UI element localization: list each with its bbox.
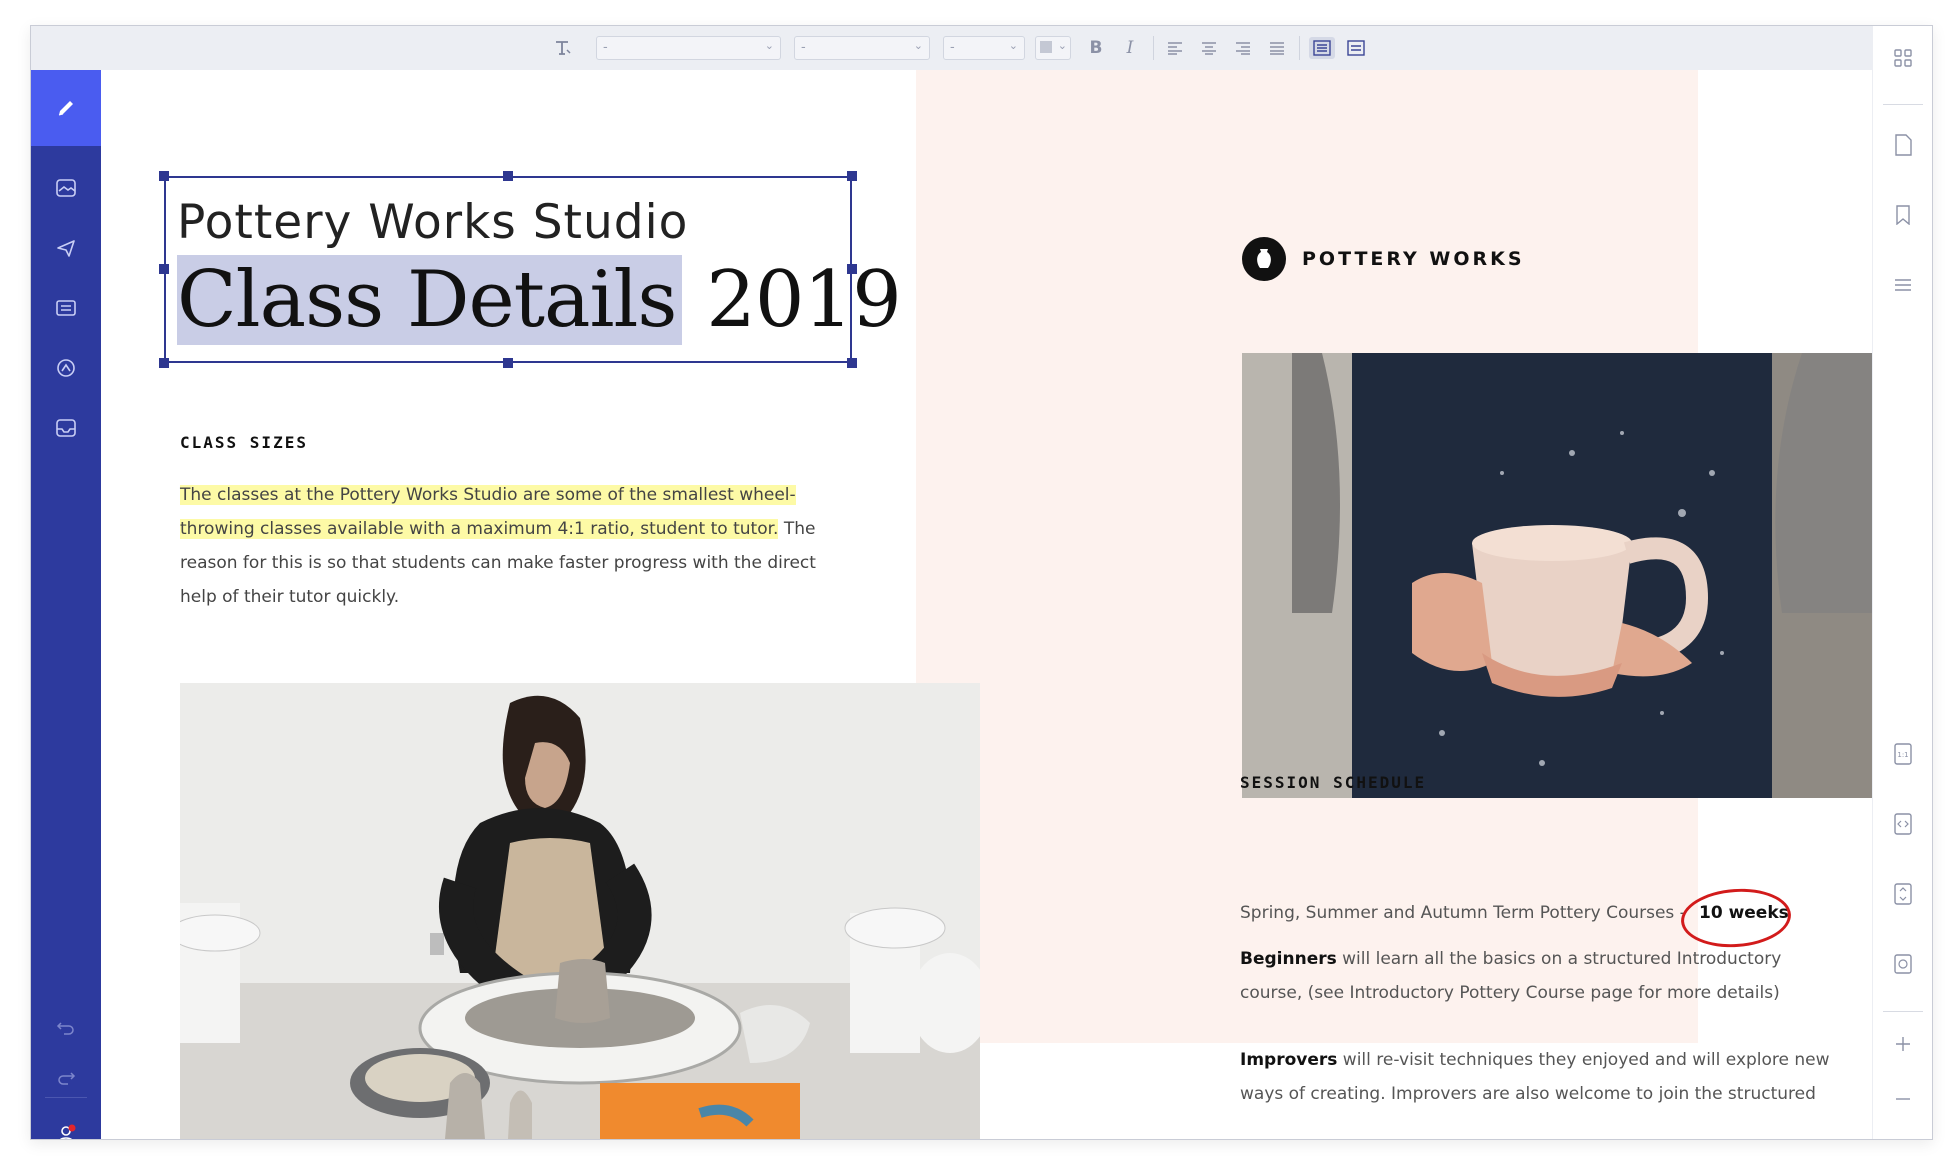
beginners-label: Beginners <box>1240 949 1337 969</box>
font-size-value: - <box>950 40 955 55</box>
left-sidebar <box>31 70 101 1139</box>
bookmark-icon[interactable] <box>1888 200 1918 230</box>
pottery-works-logo: POTTERY WORKS <box>1242 237 1525 281</box>
color-swatch <box>1040 41 1052 53</box>
chevron-down-icon: ⌄ <box>913 39 923 52</box>
improvers-paragraph[interactable]: Improvers will re-visit techniques they … <box>1240 1043 1840 1111</box>
gauge-icon[interactable] <box>31 340 101 396</box>
inbox-icon[interactable] <box>31 400 101 456</box>
align-right-icon[interactable] <box>1231 37 1255 59</box>
pencil-icon[interactable] <box>31 70 101 146</box>
resize-handle[interactable] <box>847 358 857 368</box>
image-icon[interactable] <box>31 160 101 216</box>
app-window: - ⌄ - ⌄ - ⌄ ⌄ B I Pottery Works Studio C… <box>30 25 1933 1140</box>
potter-photo[interactable] <box>180 683 980 1139</box>
resize-handle[interactable] <box>847 171 857 181</box>
brand-name: POTTERY WORKS <box>1302 248 1525 270</box>
class-sizes-paragraph[interactable]: The classes at the Pottery Works Studio … <box>180 478 830 614</box>
toolbar-divider <box>1299 36 1300 60</box>
text-tool-icon[interactable] <box>551 37 575 59</box>
class-sizes-heading: CLASS SIZES <box>180 433 308 452</box>
chevron-down-icon: ⌄ <box>1008 39 1018 52</box>
actual-size-icon[interactable]: 1:1 <box>1888 739 1918 769</box>
font-family-value: - <box>603 40 608 55</box>
fit-screen-icon[interactable] <box>1888 949 1918 979</box>
list-icon[interactable] <box>1888 270 1918 300</box>
fit-page-icon[interactable] <box>1888 879 1918 909</box>
beginners-paragraph[interactable]: Beginners will learn all the basics on a… <box>1240 942 1840 1010</box>
layout-icon[interactable] <box>31 280 101 336</box>
page-icon[interactable] <box>1888 130 1918 160</box>
align-left-icon[interactable] <box>1163 37 1187 59</box>
highlighted-text: The classes at the Pottery Works Studio … <box>180 485 796 539</box>
zoom-out-icon[interactable] <box>1888 1084 1918 1114</box>
bold-button[interactable]: B <box>1084 37 1108 59</box>
rightbar-divider <box>1883 1011 1923 1012</box>
improvers-label: Improvers <box>1240 1050 1338 1070</box>
resize-handle[interactable] <box>159 171 169 181</box>
document-canvas[interactable]: Pottery Works Studio Class Details 2019 … <box>101 70 1872 1139</box>
undo-icon[interactable] <box>31 1008 101 1048</box>
rightbar-divider <box>1883 104 1923 105</box>
sidebar-divider <box>45 1097 87 1098</box>
zoom-in-icon[interactable] <box>1888 1029 1918 1059</box>
code-icon[interactable] <box>1888 809 1918 839</box>
grid-icon[interactable] <box>1888 43 1918 73</box>
chevron-down-icon: ⌄ <box>1057 39 1067 52</box>
formatting-toolbar: - ⌄ - ⌄ - ⌄ ⌄ B I <box>31 26 1872 71</box>
user-icon[interactable] <box>31 1110 101 1139</box>
resize-handle[interactable] <box>503 358 513 368</box>
text-color-select[interactable]: ⌄ <box>1035 36 1071 60</box>
font-family-select[interactable]: - ⌄ <box>596 36 781 60</box>
schedule-line: Spring, Summer and Autumn Term Pottery C… <box>1240 903 1686 923</box>
align-center-icon[interactable] <box>1197 37 1221 59</box>
vase-logo-icon <box>1242 237 1286 281</box>
font-weight-value: - <box>801 40 806 55</box>
resize-handle[interactable] <box>503 171 513 181</box>
mug-photo[interactable] <box>1242 353 1872 798</box>
font-weight-select[interactable]: - ⌄ <box>794 36 930 60</box>
italic-button[interactable]: I <box>1118 37 1142 59</box>
resize-handle[interactable] <box>159 264 169 274</box>
session-schedule-heading: SESSION SCHEDULE <box>1240 773 1427 792</box>
text-selection-box[interactable] <box>164 176 852 363</box>
resize-handle[interactable] <box>159 358 169 368</box>
redo-icon[interactable] <box>31 1058 101 1098</box>
send-icon[interactable] <box>31 220 101 276</box>
text-box-frame-icon[interactable] <box>1343 37 1369 59</box>
align-justify-icon[interactable] <box>1265 37 1289 59</box>
text-box-fit-icon[interactable] <box>1309 37 1335 59</box>
right-toolbar: 1:1 <box>1872 26 1932 1139</box>
chevron-down-icon: ⌄ <box>764 39 774 52</box>
font-size-select[interactable]: - ⌄ <box>943 36 1025 60</box>
resize-handle[interactable] <box>847 264 857 274</box>
toolbar-divider <box>1153 36 1154 60</box>
svg-text:1:1: 1:1 <box>1897 751 1908 759</box>
